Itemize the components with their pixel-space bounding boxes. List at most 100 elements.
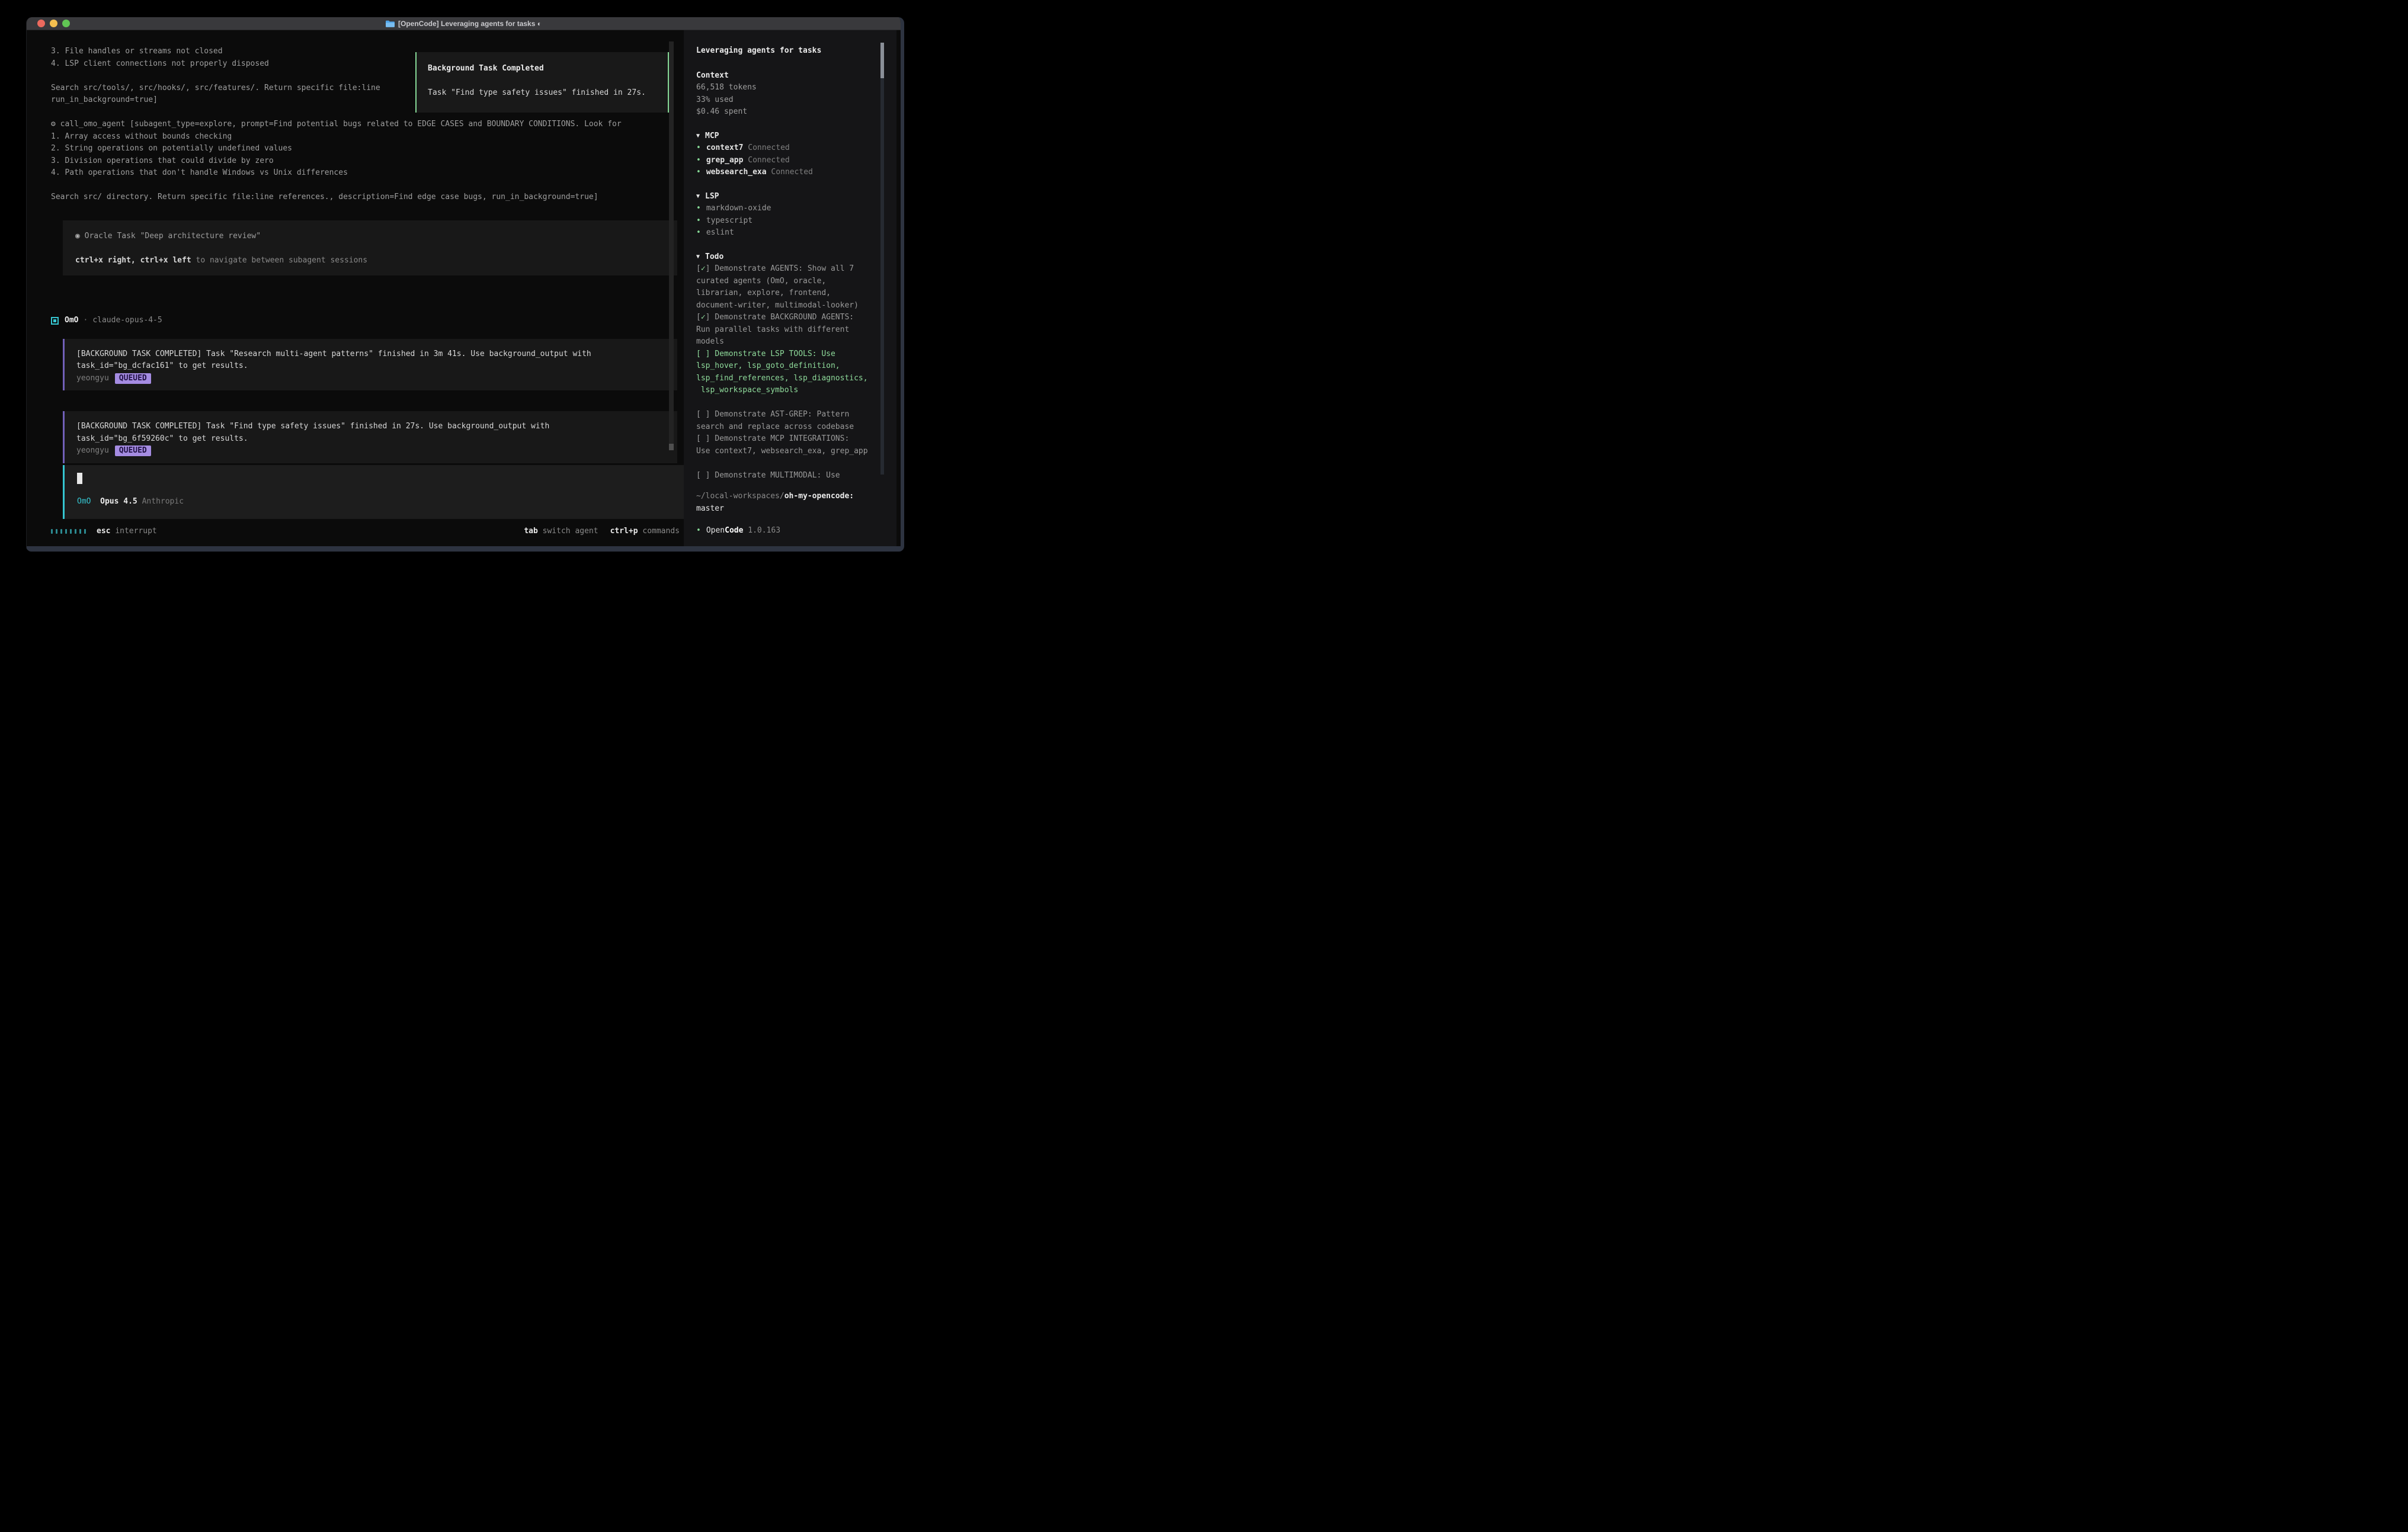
task-user: yeongyu [76, 373, 109, 385]
empty-checkbox [701, 350, 706, 358]
bracket: ] [706, 410, 715, 419]
bracket: ] [706, 264, 715, 273]
separator-dot: · [83, 315, 88, 327]
input-model: Opus 4.5 [100, 497, 137, 506]
status-dot-icon: • [696, 142, 701, 155]
todo-item-pending: [ ] Demonstrate MCP INTEGRATIONS: Use co… [696, 433, 896, 457]
mcp-name: websearch_exa [706, 166, 767, 179]
bracket: ] [706, 313, 715, 322]
tool-call-header: ⚙ call_omo_agent [subagent_type=explore,… [51, 118, 680, 131]
text-cursor [77, 473, 82, 484]
mcp-status: Connected [771, 166, 812, 179]
todo-text: lsp_hover, lsp_goto_definition, [696, 360, 896, 373]
workspace-branch: master [696, 503, 896, 515]
status-right: tab switch agent ctrl+p commands [512, 525, 680, 537]
chevron-down-icon: ▼ [696, 130, 700, 143]
esc-key-hint: esc [97, 525, 110, 537]
lsp-name: markdown-oxide [706, 203, 771, 215]
session-title: Leveraging agents for tasks [696, 45, 896, 57]
todo-text: lsp_workspace_symbols [696, 384, 896, 397]
empty-checkbox [701, 410, 706, 419]
status-dot-icon: • [696, 227, 701, 239]
app-name: Open [706, 525, 725, 537]
oracle-task-text: Oracle Task "Deep architecture review" [80, 232, 261, 241]
agent-session-header: OmO · claude-opus-4-5 [51, 315, 680, 327]
tab-key-hint: tab [524, 527, 537, 536]
ctrlp-key-hint: ctrl+p [610, 527, 638, 536]
check-icon: ✓ [701, 264, 706, 273]
todo-item-pending: [ ] Demonstrate MULTIMODAL: Use [696, 470, 896, 482]
transcript-scrollbar[interactable] [669, 41, 674, 450]
hint-rest: to navigate between subagent sessions [191, 256, 367, 265]
task-message-line: task_id="bg_dcfac161" to get results. [76, 360, 670, 373]
prompt-input[interactable]: OmO Opus 4.5 Anthropic [63, 465, 704, 519]
task-user: yeongyu [76, 445, 109, 457]
mcp-item: • websearch_exa Connected [696, 166, 896, 179]
agent-icon [51, 317, 59, 325]
context-used: 33% used [696, 94, 896, 107]
tool-call-text: call_omo_agent [subagent_type=explore, p… [60, 120, 622, 129]
bracket: [ [696, 264, 701, 273]
window-titlebar: [OpenCode] Leveraging agents for tasks ◐ [27, 17, 901, 30]
tool-call-footer: Search src/ directory. Return specific f… [51, 191, 680, 204]
lsp-name: eslint [706, 227, 734, 239]
workspace-path: ~/local-workspaces/oh-my-opencode: maste… [696, 491, 896, 515]
app-name-bold: Code [725, 525, 743, 537]
tool-call-line: 4. Path operations that don't handle Win… [51, 167, 680, 180]
input-meta-row[interactable]: OmO Opus 4.5 Anthropic [77, 496, 704, 508]
toast-body: Task "Find type safety issues" finished … [428, 87, 668, 100]
context-heading: Context [696, 70, 896, 82]
lsp-item: •typescript [696, 215, 896, 227]
task-meta-row: yeongyu QUEUED [76, 445, 670, 457]
ctrlp-key-label: commands [642, 527, 680, 536]
sidebar-scrollbar[interactable] [880, 43, 884, 475]
hint-keys: ctrl+x right, ctrl+x left [75, 256, 191, 265]
mcp-section-header[interactable]: ▼ MCP [696, 130, 896, 143]
mcp-status: Connected [748, 155, 789, 167]
gear-icon: ⚙ [51, 120, 56, 129]
mcp-section-title: MCP [705, 130, 719, 143]
mcp-item: •grep_app Connected [696, 155, 896, 167]
lsp-item: • eslint [696, 227, 896, 239]
workspace-repo: oh-my-opencode: [784, 492, 854, 501]
todo-text: Use context7, websearch_exa, grep_app [696, 446, 896, 458]
todo-text: curated agents (OmO, oracle, [696, 275, 896, 288]
chevron-down-icon: ▼ [696, 191, 700, 203]
input-provider: Anthropic [142, 497, 184, 506]
status-badge: QUEUED [115, 373, 151, 384]
todo-item-done: [✓] Demonstrate BACKGROUND AGENTS: Run p… [696, 312, 896, 348]
empty-checkbox [701, 434, 706, 443]
terminal-body: 3. File handles or streams not closed 4.… [27, 30, 901, 546]
todo-section-header[interactable]: ▼ Todo [696, 251, 896, 264]
mcp-name: context7 [706, 142, 744, 155]
window-title-text: [OpenCode] Leveraging agents for tasks ◐ [398, 20, 542, 28]
toast-title: Background Task Completed [428, 63, 668, 75]
chevron-down-icon: ▼ [696, 251, 700, 264]
tab-key-label: switch agent [543, 527, 598, 536]
window-title: [OpenCode] Leveraging agents for tasks ◐ [27, 20, 901, 28]
transcript-scrollbar-thumb[interactable] [669, 444, 674, 450]
status-badge: QUEUED [115, 446, 151, 456]
terminal-window: [OpenCode] Leveraging agents for tasks ◐… [26, 17, 904, 552]
session-sidebar: Leveraging agents for tasks Context 66,5… [684, 30, 896, 546]
activity-dots [51, 529, 86, 534]
todo-text: Demonstrate MULTIMODAL: Use [715, 471, 840, 480]
sidebar-scrollbar-thumb[interactable] [880, 43, 884, 78]
todo-text: Demonstrate LSP TOOLS: Use [715, 350, 835, 358]
task-message-line: [BACKGROUND TASK COMPLETED] Task "Resear… [76, 348, 670, 361]
check-icon: ✓ [701, 313, 706, 322]
status-dot-icon: • [696, 155, 701, 167]
status-dot-icon: • [696, 525, 701, 537]
lsp-section-header[interactable]: ▼ LSP [696, 191, 896, 203]
todo-text: librarian, explore, frontend, [696, 287, 896, 300]
folder-icon [386, 20, 395, 27]
status-dot-icon: • [696, 166, 701, 179]
status-dot-icon: • [696, 215, 701, 227]
agent-model: claude-opus-4-5 [92, 315, 162, 327]
version-row: •OpenCode 1.0.163 [696, 525, 896, 537]
todo-text: Demonstrate AST-GREP: Pattern [715, 410, 849, 419]
status-left: esc interrupt [51, 525, 157, 537]
subagent-nav-hint: ctrl+x right, ctrl+x left to navigate be… [75, 255, 677, 267]
bracket: [ [696, 471, 701, 480]
lsp-section-title: LSP [705, 191, 719, 203]
